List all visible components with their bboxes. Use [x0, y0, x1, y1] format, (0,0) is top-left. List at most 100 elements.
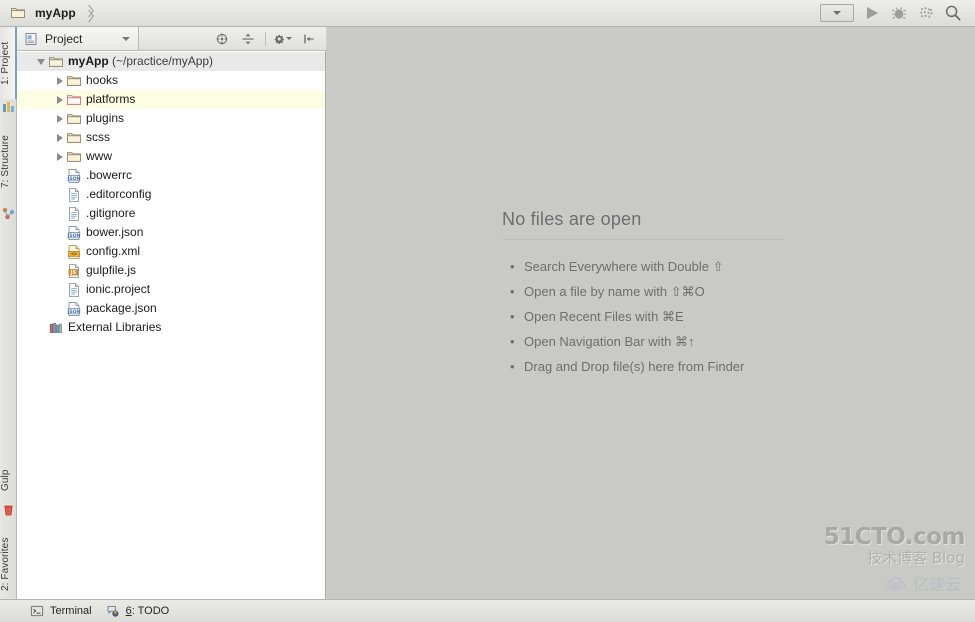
status-item-label: 6: TODO: [126, 605, 170, 617]
collapse-all-icon: [242, 33, 254, 44]
json-file-icon: JSON: [66, 225, 82, 241]
project-tree[interactable]: myApp (~/practice/myApp) hooks platforms…: [17, 51, 325, 599]
tree-row-label: gulpfile.js: [86, 263, 137, 277]
folder-icon: [66, 149, 82, 165]
empty-editor-placeholder: No files are open Search Everywhere with…: [502, 209, 922, 379]
hint-item: Open Navigation Bar with ⌘↑: [502, 329, 922, 354]
project-icon: [2, 101, 15, 114]
tree-row-plugins[interactable]: plugins: [17, 109, 325, 128]
debug-button[interactable]: [890, 4, 908, 22]
status-item-label: Terminal: [50, 605, 92, 617]
breadcrumb-project-name: myApp: [35, 6, 76, 20]
sidebar-item-gulp[interactable]: Gulp: [0, 459, 17, 501]
project-view-icon: [24, 32, 38, 46]
tree-row-config-xml[interactable]: <> config.xml: [17, 242, 325, 261]
tree-row-package-json[interactable]: JSON package.json: [17, 299, 325, 318]
terminal-icon: [30, 604, 44, 618]
left-tool-strip: 1: Project 7: Structure Gulp 2: Favorite…: [0, 27, 17, 618]
tab-project[interactable]: Project: [17, 27, 139, 50]
debug-bug-icon: [892, 7, 906, 20]
run-button[interactable]: [863, 4, 881, 22]
run-play-icon: [866, 7, 878, 19]
sidebar-item-label: 1: Project: [0, 41, 11, 85]
tree-row-platforms[interactable]: platforms: [17, 90, 325, 109]
folder-icon: [10, 5, 26, 21]
status-item-todo[interactable]: 6: TODO: [104, 604, 182, 618]
watermark-yisuyun-text: 亿速云: [912, 577, 961, 594]
editor-area[interactable]: No files are open Search Everywhere with…: [327, 27, 975, 599]
sidebar-item-structure[interactable]: 7: Structure: [0, 119, 17, 205]
chevron-down-icon[interactable]: [122, 36, 130, 41]
scroll-from-source-icon: [216, 33, 228, 44]
tab-project-label: Project: [45, 31, 83, 46]
folder-icon: [48, 54, 64, 70]
status-bar: Terminal 6: TODO: [0, 599, 975, 622]
tree-row-label: .editorconfig: [86, 187, 152, 201]
tree-row-myapp[interactable]: myApp (~/practice/myApp): [17, 52, 325, 71]
sidebar-item-label: 7: Structure: [0, 135, 11, 189]
breadcrumb[interactable]: myApp: [0, 2, 98, 24]
hide-panel-button[interactable]: [300, 30, 318, 48]
chevron-down-icon[interactable]: [35, 55, 48, 68]
tree-row-label: bower.json: [86, 225, 144, 239]
status-item-text: : TODO: [131, 605, 170, 617]
collapse-all-button[interactable]: [239, 30, 257, 48]
run-with-coverage-button[interactable]: [917, 4, 935, 22]
scroll-from-source-button[interactable]: [213, 30, 231, 48]
js-file-icon: JS: [66, 263, 82, 279]
navigation-bar: myApp: [0, 0, 975, 27]
folder-icon: [66, 111, 82, 127]
tree-row-label: www: [86, 149, 112, 163]
svg-text:JS: JS: [70, 269, 77, 275]
svg-text:<>: <>: [71, 251, 77, 257]
tree-row-scss[interactable]: scss: [17, 128, 325, 147]
search-button[interactable]: [944, 4, 962, 22]
tree-row-www[interactable]: www: [17, 147, 325, 166]
sidebar-item-favorites[interactable]: 2: Favorites: [0, 525, 17, 603]
chevron-right-icon[interactable]: [53, 74, 66, 87]
text-file-icon: [66, 282, 82, 298]
empty-editor-title: No files are open: [502, 209, 642, 229]
run-configuration-selector[interactable]: [820, 4, 854, 22]
folder-excluded-icon: [66, 92, 82, 108]
hint-item: Drag and Drop file(s) here from Finder: [502, 354, 922, 379]
run-with-coverage-icon: [920, 7, 933, 18]
text-file-icon: [66, 206, 82, 222]
tree-row-gulpfile-js[interactable]: JS gulpfile.js: [17, 261, 325, 280]
tree-row-label: hooks: [86, 73, 119, 87]
sidebar-item-project[interactable]: 1: Project: [0, 27, 17, 99]
chevron-right-icon[interactable]: [53, 93, 66, 106]
chevron-right-icon: [85, 6, 94, 20]
status-item-terminal[interactable]: Terminal: [28, 604, 104, 618]
watermark-51cto: 51CTO.com 技术博客 Blog: [824, 525, 966, 567]
chevron-right-icon[interactable]: [53, 112, 66, 125]
watermark-51cto-line2: 技术博客 Blog: [867, 549, 965, 567]
hide-panel-icon: [304, 34, 314, 43]
tree-row-path: (~/practice/myApp): [108, 54, 214, 68]
tree-row-label: platforms: [86, 92, 136, 106]
structure-icon: [2, 207, 15, 220]
tree-row-label: plugins: [86, 111, 125, 125]
project-toolbar: [213, 30, 326, 48]
svg-text:JSON: JSON: [67, 232, 81, 238]
tree-row-editorconfig[interactable]: .editorconfig: [17, 185, 325, 204]
tree-row-ionic-project[interactable]: ionic.project: [17, 280, 325, 299]
project-tool-window: Project myApp (~/practice/myApp) hooks p…: [17, 27, 326, 599]
cloud-logo-icon: [886, 576, 906, 589]
tree-row-label: .bowerrc: [86, 168, 133, 182]
watermark-yisuyun: 亿速云: [886, 571, 961, 595]
settings-gear-icon: [274, 34, 284, 44]
tree-row-gitignore[interactable]: .gitignore: [17, 204, 325, 223]
todo-icon: [106, 604, 120, 618]
tree-row-bower-json[interactable]: JSON bower.json: [17, 223, 325, 242]
tree-row-bowerrc[interactable]: JSON .bowerrc: [17, 166, 325, 185]
chevron-right-icon[interactable]: [53, 131, 66, 144]
chevron-right-icon[interactable]: [53, 150, 66, 163]
project-tool-window-header: Project: [17, 27, 326, 51]
xml-file-icon: <>: [66, 244, 82, 260]
chevron-down-icon: [833, 11, 841, 15]
settings-button[interactable]: [274, 30, 292, 48]
tree-row-external-libraries[interactable]: External Libraries: [17, 318, 325, 337]
tree-row-hooks[interactable]: hooks: [17, 71, 325, 90]
tree-row-label: scss: [86, 130, 110, 144]
